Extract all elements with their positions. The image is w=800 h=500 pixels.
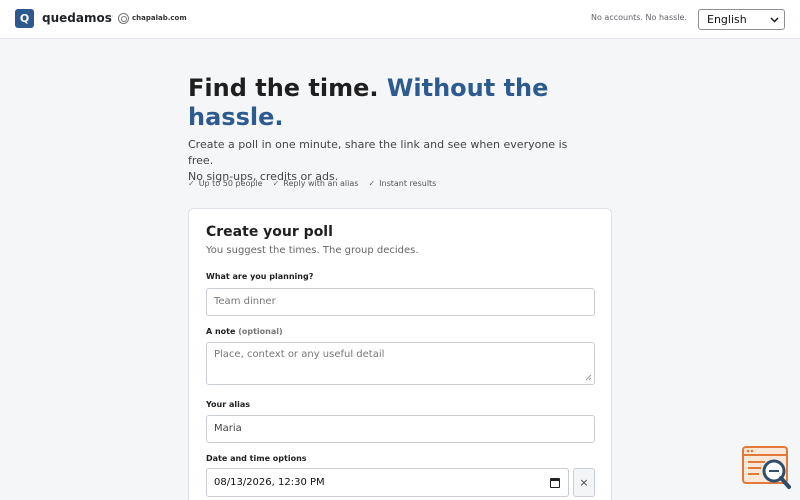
subtitle-line-1: Create a poll in one minute, share the l… [188,138,568,167]
note-textarea[interactable]: Place, context or any useful detail [206,342,595,385]
feature-item: ✓ Reply with an alias [273,179,359,188]
note-optional-text: (optional) [238,327,283,336]
title-plain: Find the time. [188,74,379,102]
note-label-text: A note [206,327,236,336]
feature-item: ✓ Up to 50 people [188,179,263,188]
page-title: Find the time. Without the hassle. [188,74,608,132]
language-value: English [707,13,747,26]
datetime-label: Date and time options [206,454,307,463]
create-poll-card: Create your poll You suggest the times. … [188,208,612,500]
feature-text: Reply with an alias [283,179,359,188]
feature-item: ✓ Instant results [368,179,436,188]
brand-name[interactable]: quedamos [42,11,112,25]
top-bar: Q quedamos · chapalab.com No accounts. N… [0,0,800,39]
chapalab-logo-icon [118,13,129,24]
plan-label: What are you planning? [206,272,314,281]
datetime-value: 08/13/2026, 12:30 PM [214,477,325,488]
check-icon: ✓ [188,179,195,188]
card-subtitle: You suggest the times. The group decides… [206,245,419,256]
header-tagline: No accounts. No hassle. [591,13,687,22]
datetime-input[interactable]: 08/13/2026, 12:30 PM [206,468,569,497]
maker-link[interactable]: chapalab.com [132,14,187,22]
alias-value: Maria [214,423,242,434]
plan-placeholder: Team dinner [214,296,276,307]
remove-option-button[interactable]: × [573,468,595,497]
brand-separator: · [111,12,114,21]
note-label: A note (optional) [206,327,283,336]
language-select[interactable]: English [698,9,785,30]
note-placeholder: Place, context or any useful detail [214,349,385,360]
check-icon: ✓ [368,179,376,188]
feature-text: Instant results [379,179,437,188]
page-subtitle: Create a poll in one minute, share the l… [188,137,588,185]
help-widget-icon[interactable] [741,444,793,494]
plan-input[interactable]: Team dinner [206,288,595,316]
feature-text: Up to 50 people [198,179,263,188]
card-title: Create your poll [206,224,333,240]
logo-icon[interactable]: Q [15,9,34,28]
chevron-down-icon [770,10,779,37]
feature-list: ✓ Up to 50 people ✓ Reply with an alias ✓ I… [188,179,436,188]
calendar-icon[interactable] [550,478,560,488]
check-icon: ✓ [272,179,280,188]
alias-label: Your alias [206,400,251,409]
resize-grip-icon[interactable] [585,374,592,383]
alias-input[interactable]: Maria [206,415,595,443]
